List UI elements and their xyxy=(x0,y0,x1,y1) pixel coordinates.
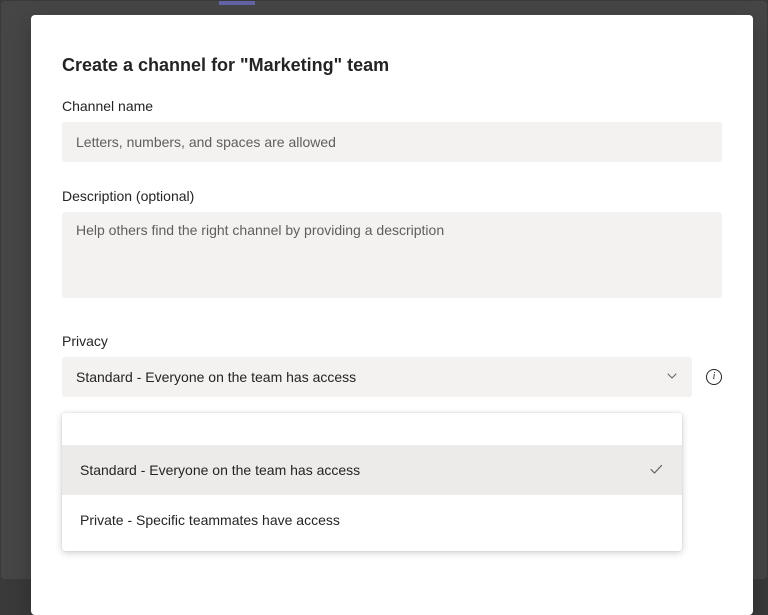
privacy-option-private[interactable]: Private - Specific teammates have access xyxy=(62,495,682,545)
privacy-dropdown-list: Standard - Everyone on the team has acce… xyxy=(62,413,682,551)
accent-hint xyxy=(219,1,255,5)
chevron-down-icon xyxy=(666,369,678,385)
privacy-selected-text: Standard - Everyone on the team has acce… xyxy=(76,369,356,385)
privacy-label: Privacy xyxy=(62,333,722,349)
create-channel-dialog: Create a channel for "Marketing" team Ch… xyxy=(31,15,753,615)
privacy-option-label: Private - Specific teammates have access xyxy=(80,512,340,528)
privacy-option-label: Standard - Everyone on the team has acce… xyxy=(80,462,360,478)
dialog-title: Create a channel for "Marketing" team xyxy=(62,55,722,76)
channel-name-label: Channel name xyxy=(62,98,722,114)
description-label: Description (optional) xyxy=(62,188,722,204)
info-icon[interactable]: i xyxy=(706,369,722,385)
checkmark-icon xyxy=(648,461,664,480)
privacy-dropdown[interactable]: Standard - Everyone on the team has acce… xyxy=(62,357,692,397)
description-input[interactable] xyxy=(62,212,722,298)
channel-name-input[interactable] xyxy=(62,122,722,162)
privacy-option-standard[interactable]: Standard - Everyone on the team has acce… xyxy=(62,445,682,495)
